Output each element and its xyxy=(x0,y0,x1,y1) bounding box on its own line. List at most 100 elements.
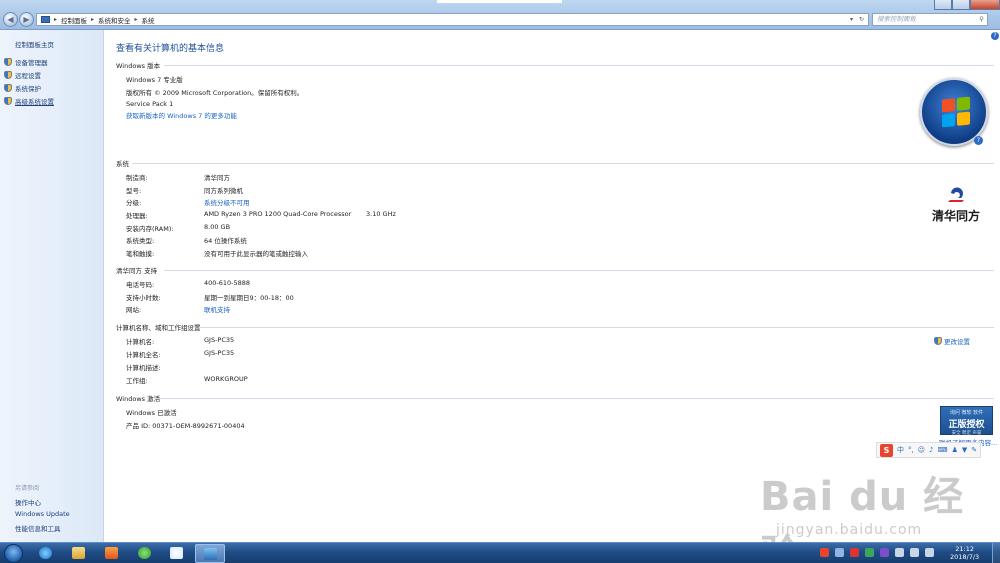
control-panel-icon xyxy=(204,548,217,560)
watermark-sub: jingyan.baidu.com xyxy=(776,522,923,538)
maximize-button[interactable] xyxy=(952,0,970,10)
taskbar-media-player[interactable] xyxy=(97,544,127,563)
sidebar-item-device-manager[interactable]: 设备管理器 xyxy=(4,57,48,67)
section-header-activation: Windows 激活 xyxy=(116,395,161,403)
processor-speed: 3.10 GHz xyxy=(366,210,396,218)
support-hours-value: 星期一到星期日9：00-18：00 xyxy=(204,294,294,302)
system-tray xyxy=(820,548,934,557)
section-header-system: 系统 xyxy=(116,160,129,168)
rating-label: 分级: xyxy=(126,199,142,207)
antivirus-icon[interactable] xyxy=(850,548,859,557)
baidu-watermark: Bai du 经验 jingyan.baidu.com xyxy=(760,452,1000,563)
copyright-text: 版权所有 © 2009 Microsoft Corporation。保留所有权利… xyxy=(126,89,304,97)
website-label: 网站: xyxy=(126,306,142,314)
system-type-value: 64 位操作系统 xyxy=(204,237,247,245)
section-header-support: 清华同方 支持 xyxy=(116,267,158,275)
processor-label: 处理器: xyxy=(126,212,148,220)
title-bar: ◀ ▶ ▸ 控制面板 ▸ 系统和安全 ▸ 系统 ▾ ↻ 搜索控制面板 ⚲ xyxy=(0,0,1000,30)
left-nav-pane: 控制面板主页 设备管理器 远程设置 系统保护 高级系统设置 另请参阅 操作中心 … xyxy=(0,30,104,542)
info-icon[interactable]: ? xyxy=(974,136,983,145)
search-input[interactable]: 搜索控制面板 ⚲ xyxy=(872,13,988,26)
workgroup-value: WORKGROUP xyxy=(204,375,248,383)
minimize-button[interactable] xyxy=(934,0,952,10)
control-panel-icon xyxy=(41,16,50,23)
page-title: 查看有关计算机的基本信息 xyxy=(116,44,225,54)
volume-icon[interactable] xyxy=(925,548,934,557)
control-panel-home-link[interactable]: 控制面板主页 xyxy=(15,39,54,49)
chevron-right-icon: ▸ xyxy=(134,16,138,23)
clock-time: 21:12 xyxy=(955,545,974,553)
oem-logo: 清华同方 xyxy=(922,183,990,227)
see-also-windows-update[interactable]: Windows Update xyxy=(15,510,70,518)
breadcrumb-system[interactable]: 系统 xyxy=(142,15,155,25)
see-also-performance[interactable]: 性能信息和工具 xyxy=(15,523,61,533)
computer-name-value: GJS-PC35 xyxy=(204,336,235,344)
tray-arrow-icon[interactable] xyxy=(835,548,844,557)
sogou-tray-icon[interactable] xyxy=(820,548,829,557)
system-type-label: 系统类型: xyxy=(126,237,155,245)
chevron-right-icon: ▸ xyxy=(91,16,95,23)
start-button[interactable] xyxy=(4,544,23,563)
cloud-icon xyxy=(170,547,183,559)
taskbar: 21:12 2018/7/3 xyxy=(0,542,1000,563)
taskbar-360[interactable] xyxy=(130,544,160,563)
sidebar-item-remote-settings[interactable]: 远程设置 xyxy=(4,70,41,80)
divider xyxy=(132,163,994,164)
ram-value: 8.00 GB xyxy=(204,223,231,231)
back-button[interactable]: ◀ xyxy=(3,12,18,27)
shield-icon xyxy=(4,71,12,79)
app-e-icon[interactable] xyxy=(880,548,889,557)
see-also-heading: 另请参阅 xyxy=(15,485,40,492)
support-hours-label: 支持小时数: xyxy=(126,294,161,302)
genuine-badge[interactable]: 询问 微软 软件 正版授权 安全 稳定 声誉 xyxy=(940,406,993,436)
section-header-computer-name: 计算机名称、域和工作组设置 xyxy=(116,324,201,332)
close-button[interactable] xyxy=(970,0,1000,10)
search-icon[interactable]: ⚲ xyxy=(979,14,984,25)
network-icon[interactable] xyxy=(895,548,904,557)
computer-name-label: 计算机名: xyxy=(126,338,155,346)
taskbar-control-panel[interactable] xyxy=(195,544,225,563)
flag-icon[interactable] xyxy=(910,548,919,557)
sidebar-item-system-protection[interactable]: 系统保护 xyxy=(4,83,41,93)
sidebar-item-label: 高级系统设置 xyxy=(15,98,54,106)
online-support-link[interactable]: 联机支持 xyxy=(204,304,230,314)
product-id: 产品 ID: 00371-OEM-8992671-00404 xyxy=(126,422,245,430)
breadcrumb-control-panel[interactable]: 控制面板 xyxy=(61,15,87,25)
chevron-right-icon: ▸ xyxy=(54,16,58,23)
oem-mark-icon xyxy=(948,187,964,202)
forward-button[interactable]: ▶ xyxy=(19,12,34,27)
section-header-edition: Windows 版本 xyxy=(116,62,161,70)
sidebar-item-advanced-settings[interactable]: 高级系统设置 xyxy=(4,96,54,106)
change-settings-label: 更改设置 xyxy=(944,338,970,346)
taskbar-explorer[interactable] xyxy=(64,544,94,563)
main-content: 查看有关计算机的基本信息 Windows 版本 Windows 7 专业版 版权… xyxy=(104,30,1000,563)
change-settings-button[interactable]: 更改设置 xyxy=(934,336,970,346)
search-placeholder: 搜索控制面板 xyxy=(877,15,916,23)
edition-name: Windows 7 专业版 xyxy=(126,76,183,84)
security-icon[interactable] xyxy=(865,548,874,557)
taskbar-ie[interactable] xyxy=(31,544,61,563)
refresh-icon[interactable]: ↻ xyxy=(859,16,864,23)
phone-value: 400-610-5888 xyxy=(204,279,251,287)
divider xyxy=(164,65,994,66)
rating-link[interactable]: 系统分级不可用 xyxy=(204,197,250,207)
dropdown-arrow-icon[interactable]: ▾ xyxy=(850,16,853,23)
green-refresh-icon xyxy=(138,547,151,559)
full-name-label: 计算机全名: xyxy=(126,351,161,359)
address-bar[interactable]: ▸ 控制面板 ▸ 系统和安全 ▸ 系统 ▾ ↻ xyxy=(36,13,869,26)
ram-label: 安装内存(RAM): xyxy=(126,225,174,233)
breadcrumb-system-security[interactable]: 系统和安全 xyxy=(98,15,131,25)
genuine-main-text: 正版授权 xyxy=(948,420,985,430)
shield-icon xyxy=(4,97,12,105)
divider xyxy=(200,327,994,328)
pen-touch-label: 笔和触摸: xyxy=(126,250,155,258)
sidebar-item-label: 远程设置 xyxy=(15,72,41,80)
oem-name: 清华同方 xyxy=(931,209,980,223)
description-label: 计算机描述: xyxy=(126,364,161,372)
show-desktop-button[interactable] xyxy=(992,543,1000,563)
taskbar-baidu-netdisk[interactable] xyxy=(162,544,192,563)
model-label: 型号: xyxy=(126,187,142,195)
clock[interactable]: 21:12 2018/7/3 xyxy=(950,545,979,561)
more-features-link[interactable]: 获取新版本的 Windows 7 的更多功能 xyxy=(126,110,237,120)
see-also-action-center[interactable]: 操作中心 xyxy=(15,497,41,507)
